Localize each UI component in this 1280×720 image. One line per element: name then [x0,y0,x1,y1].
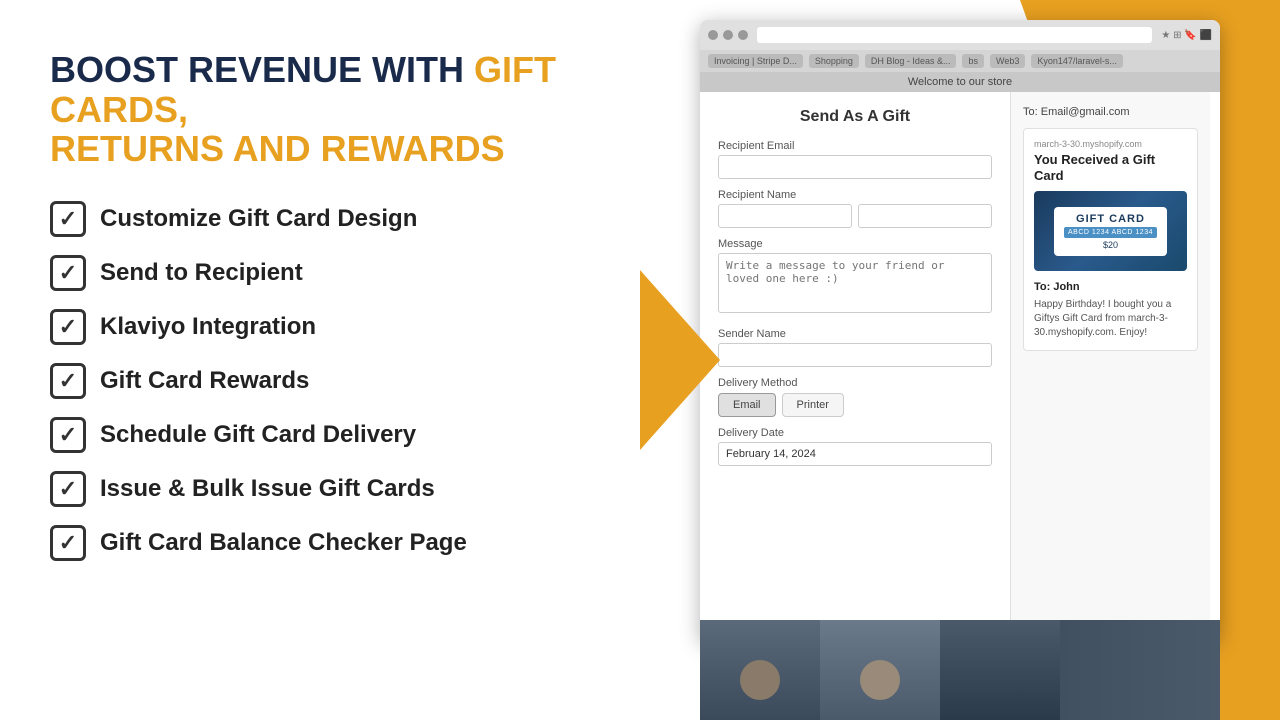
browser-dot [738,30,748,40]
checklist-label: Gift Card Balance Checker Page [100,529,467,557]
list-item: Schedule Gift Card Delivery [50,417,600,453]
email-delivery-button[interactable]: Email [718,393,776,417]
checklist-label: Schedule Gift Card Delivery [100,421,416,449]
recipient-email-group: Recipient Email [718,140,992,179]
check-icon [50,363,86,399]
printer-delivery-button[interactable]: Printer [782,393,844,417]
recipient-name-row [718,204,992,228]
email-recipient: To: John [1034,281,1187,293]
form-title: Send As A Gift [718,108,992,126]
browser-chrome-bar: ★ ⊞ 🔖 ⬛ [700,20,1220,50]
bookmark-item: bs [962,54,984,68]
delivery-date-label: Delivery Date [718,427,992,439]
recipient-name-label: Recipient Name [718,189,992,201]
list-item: Gift Card Rewards [50,363,600,399]
person-photo-1 [700,620,820,720]
recipient-email-input[interactable] [718,155,992,179]
left-panel: BOOST REVENUE WITH GIFT CARDS, RETURNS A… [0,0,640,720]
check-icon [50,525,86,561]
bookmark-item: Shopping [809,54,859,68]
bookmark-item: Invoicing | Stripe D... [708,54,803,68]
headline-line1-static: BOOST REVENUE WITH [50,49,474,90]
sender-name-input[interactable] [718,343,992,367]
email-domain: march-3-30.myshopify.com [1034,139,1187,149]
checklist-label: Customize Gift Card Design [100,205,417,233]
message-group: Message [718,238,992,318]
email-card: march-3-30.myshopify.com You Received a … [1023,128,1198,351]
gift-card-text: GIFT CARD [1064,213,1157,225]
delivery-method-group: Delivery Method Email Printer [718,377,992,417]
email-to: To: Email@gmail.com [1023,106,1198,118]
delivery-date-input[interactable] [718,442,992,466]
message-label: Message [718,238,992,250]
headline-line2: RETURNS AND REWARDS [50,128,505,169]
delivery-method-buttons: Email Printer [718,393,992,417]
browser-content: Send As A Gift Recipient Email Recipient… [700,92,1220,634]
gift-card-image: GIFT CARD ABCD 1234 ABCD 1234 $20 [1034,191,1187,271]
bookmark-item: Web3 [990,54,1025,68]
delivery-method-label: Delivery Method [718,377,992,389]
recipient-firstname-input[interactable] [718,204,852,228]
person-photo-2 [820,620,940,720]
checklist-label: Issue & Bulk Issue Gift Cards [100,475,435,503]
checklist-label: Gift Card Rewards [100,367,309,395]
gift-card-form: Send As A Gift Recipient Email Recipient… [700,92,1010,634]
sender-name-label: Sender Name [718,328,992,340]
check-icon [50,471,86,507]
person-head-2 [860,660,900,700]
check-icon [50,201,86,237]
browser-dot [723,30,733,40]
message-textarea[interactable] [718,253,992,313]
recipient-lastname-input[interactable] [858,204,992,228]
bookmark-item: Kyon147/laravel-s... [1031,54,1123,68]
list-item: Klaviyo Integration [50,309,600,345]
list-item: Send to Recipient [50,255,600,291]
list-item: Issue & Bulk Issue Gift Cards [50,471,600,507]
main-headline: BOOST REVENUE WITH GIFT CARDS, RETURNS A… [50,50,600,169]
gift-card-inner: GIFT CARD ABCD 1234 ABCD 1234 $20 [1054,207,1167,256]
delivery-date-group: Delivery Date [718,427,992,466]
browser-window: ★ ⊞ 🔖 ⬛ Invoicing | Stripe D... Shopping… [700,20,1220,640]
bookmark-item: DH Blog - Ideas &... [865,54,957,68]
checklist-label: Klaviyo Integration [100,313,316,341]
right-panel: ★ ⊞ 🔖 ⬛ Invoicing | Stripe D... Shopping… [640,0,1280,720]
feature-checklist: Customize Gift Card Design Send to Recip… [50,201,600,561]
store-banner: Welcome to our store [700,72,1220,92]
browser-dot [708,30,718,40]
person-head-1 [740,660,780,700]
check-icon [50,309,86,345]
person-photo-3 [940,620,1060,720]
gift-card-amount: $20 [1064,240,1157,250]
photo-strip [700,620,1220,720]
check-icon [50,255,86,291]
orange-chevron-icon [640,270,720,450]
email-preview-panel: To: Email@gmail.com march-3-30.myshopify… [1010,92,1210,634]
gift-card-code: ABCD 1234 ABCD 1234 [1064,227,1157,238]
checklist-label: Send to Recipient [100,259,303,287]
browser-bookmarks-bar: Invoicing | Stripe D... Shopping DH Blog… [700,50,1220,72]
email-card-title: You Received a Gift Card [1034,152,1187,183]
check-icon [50,417,86,453]
list-item: Customize Gift Card Design [50,201,600,237]
recipient-email-label: Recipient Email [718,140,992,152]
sender-name-group: Sender Name [718,328,992,367]
recipient-name-group: Recipient Name [718,189,992,228]
email-message: Happy Birthday! I bought you a Giftys Gi… [1034,298,1187,340]
list-item: Gift Card Balance Checker Page [50,525,600,561]
